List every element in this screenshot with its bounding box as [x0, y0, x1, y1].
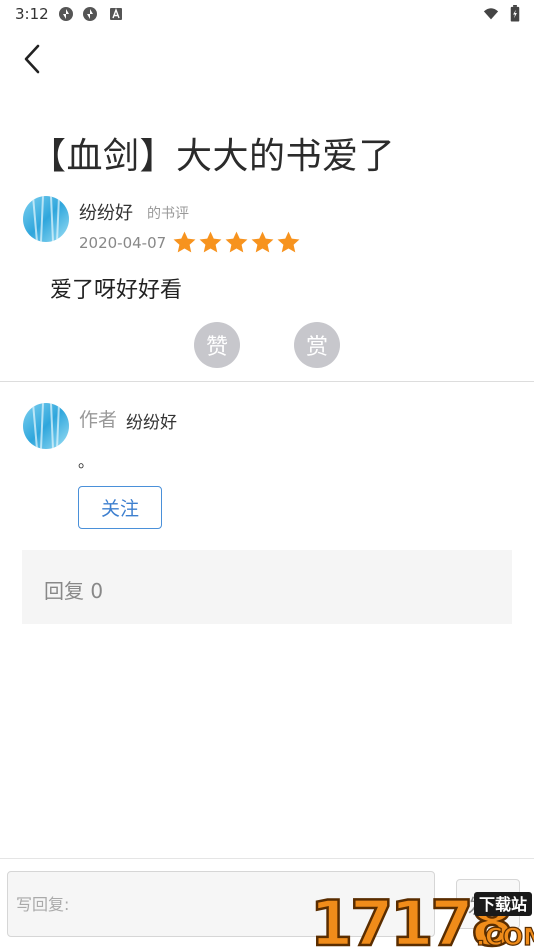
star-icon: [173, 231, 196, 253]
divider: [0, 381, 534, 382]
author-bio: 。: [78, 452, 95, 471]
like-button[interactable]: 赞: [194, 322, 240, 368]
avatar[interactable]: [23, 196, 69, 242]
reviewer-name[interactable]: 纷纷好: [79, 199, 133, 225]
bottom-divider: [0, 858, 534, 859]
rating-stars: [172, 230, 301, 255]
avatar-image: [23, 196, 69, 242]
avatar-image: [23, 403, 69, 449]
site-watermark-logo: 17178 下载站 .COM: [310, 887, 534, 950]
chevron-left-icon: [24, 44, 40, 74]
watermark-badge: 下载站: [479, 895, 527, 914]
review-tag: 的书评: [147, 206, 189, 222]
review-detail-screen: 3:12 【血剑】大大的书爱了 纷纷好 的书评 2020-04-07 爱了呀好好…: [0, 0, 534, 950]
author-avatar[interactable]: [23, 403, 69, 449]
sync-icon: [59, 7, 73, 21]
page-title: 【血剑】大大的书爱了: [30, 136, 396, 177]
star-icon: [277, 231, 300, 253]
review-date: 2020-04-07: [79, 234, 167, 252]
battery-icon: [510, 5, 520, 22]
status-time: 3:12: [15, 5, 49, 23]
reply-panel: 回复 0: [22, 550, 512, 624]
follow-button[interactable]: 关注: [78, 486, 162, 529]
star-icon: [251, 231, 274, 253]
reward-button[interactable]: 赏: [294, 322, 340, 368]
review-content: 爱了呀好好看: [50, 278, 183, 303]
author-label: 作者: [79, 409, 118, 431]
star-icon: [199, 231, 222, 253]
author-name[interactable]: 纷纷好: [126, 408, 177, 433]
reply-count: 回复 0: [44, 579, 104, 603]
star-icon: [225, 231, 248, 253]
back-button[interactable]: [14, 40, 50, 78]
wifi-icon: [483, 8, 499, 20]
sync-icon: [83, 7, 97, 21]
text-badge-icon: [110, 8, 122, 20]
status-bar: 3:12: [0, 0, 534, 28]
watermark-domain: .COM: [476, 923, 534, 950]
